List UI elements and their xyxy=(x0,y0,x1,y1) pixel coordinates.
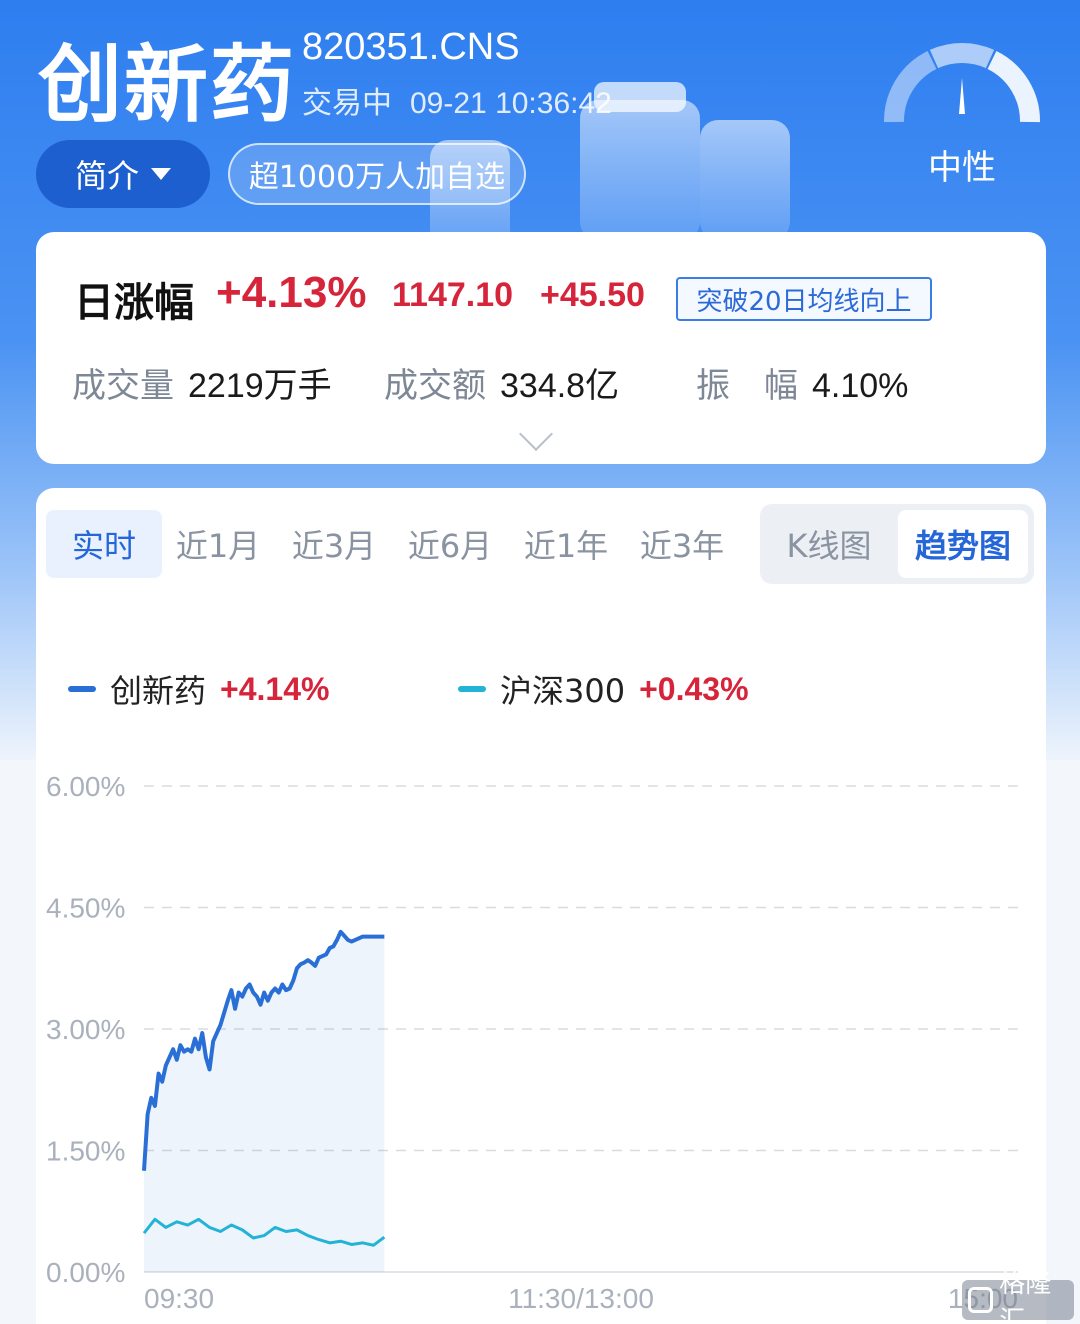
summary-title: 日涨幅 xyxy=(74,280,194,326)
gauge-needle xyxy=(959,78,965,114)
x-tick-label: 09:30 xyxy=(144,1283,214,1314)
index-code: 820351.CNS xyxy=(302,26,520,68)
caret-down-icon xyxy=(151,168,171,180)
expand-chevron-icon[interactable] xyxy=(519,417,553,451)
amplitude-stat: 振 幅 4.10% xyxy=(696,358,908,407)
bottle-decoration xyxy=(700,120,790,240)
amplitude-label: 振 幅 xyxy=(696,366,798,406)
daily-change-percent: +4.13% xyxy=(216,268,367,317)
watermark: 格隆汇 xyxy=(962,1269,1074,1324)
x-tick-label: 11:30/13:00 xyxy=(508,1283,654,1314)
intro-button[interactable]: 简介 xyxy=(36,140,210,208)
watermark-text: 格隆汇 xyxy=(999,1269,1052,1324)
turnover-stat: 成交额 334.8亿 xyxy=(384,358,619,407)
volume-value: 2219万手 xyxy=(188,367,332,405)
timestamp: 09-21 10:36:42 xyxy=(410,87,612,120)
turnover-label: 成交额 xyxy=(384,366,486,406)
y-tick-label: 0.00% xyxy=(46,1257,125,1288)
signal-badge[interactable]: 突破20日均线向上 xyxy=(676,277,932,321)
chart-card: 实时 近1月 近3月 近6月 近1年 近3年 K线图 趋势图 创新药 +4.14… xyxy=(36,488,1046,1324)
index-price: 1147.10 xyxy=(392,276,514,314)
sentiment-label: 中性 xyxy=(928,148,996,188)
y-tick-label: 4.50% xyxy=(46,893,125,924)
volume-stat: 成交量 2219万手 xyxy=(72,358,332,407)
trade-status: 交易中 xyxy=(302,87,392,120)
status-line: 交易中 09-21 10:36:42 xyxy=(302,78,630,122)
amplitude-value: 4.10% xyxy=(812,367,909,405)
sentiment-gauge-icon xyxy=(883,43,1041,123)
volume-label: 成交量 xyxy=(72,366,174,406)
trend-chart[interactable]: 6.00% 4.50% 3.00% 1.50% 0.00% 09:30 11:30/13:0… xyxy=(36,488,1046,1324)
y-tick-label: 3.00% xyxy=(46,1014,125,1045)
watchlist-badge-label: 超1000万人加自选 xyxy=(248,160,506,195)
turnover-value: 334.8亿 xyxy=(500,367,620,405)
watchlist-badge[interactable]: 超1000万人加自选 xyxy=(228,143,526,205)
summary-card: 日涨幅 +4.13% 1147.10 +45.50 突破20日均线向上 成交量 2… xyxy=(36,232,1046,464)
daily-change-absolute: +45.50 xyxy=(540,276,645,314)
watermark-logo-icon xyxy=(968,1287,994,1313)
intro-button-label: 简介 xyxy=(74,157,139,195)
y-tick-label: 6.00% xyxy=(46,771,125,802)
series-area-fill xyxy=(144,931,385,1272)
y-tick-label: 1.50% xyxy=(46,1136,125,1167)
page-title: 创新药 xyxy=(38,36,297,134)
